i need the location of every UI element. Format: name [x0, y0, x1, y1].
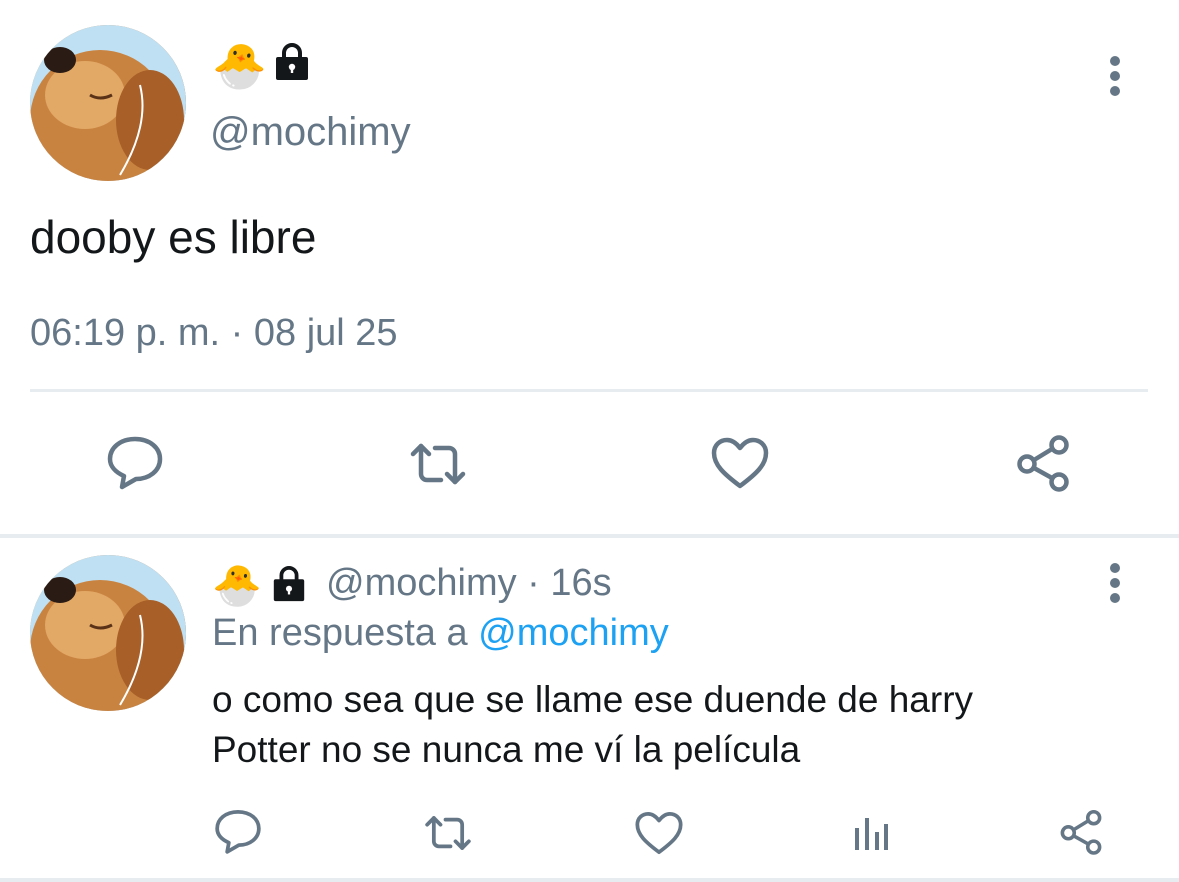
retweet-icon[interactable]	[402, 432, 474, 496]
reply-icon[interactable]	[210, 805, 266, 857]
analytics-icon[interactable]	[846, 806, 896, 858]
avatar[interactable]	[30, 555, 186, 711]
section-divider	[0, 534, 1179, 538]
divider	[30, 389, 1148, 392]
separator: ·	[516, 562, 551, 604]
reply-to-handle-link[interactable]: @mochimy	[478, 612, 669, 654]
tweet-text: dooby es libre	[30, 211, 317, 263]
time-ago[interactable]: 16s	[550, 562, 611, 604]
tweet-timestamp[interactable]: 06:19 p. m. · 08 jul 25	[30, 312, 398, 355]
user-handle[interactable]: @mochimy	[326, 562, 517, 604]
reply-to-line: En respuesta a @mochimy	[212, 612, 669, 655]
lock-icon	[270, 565, 308, 603]
reply-text-line: o como sea que se llame ese duende de ha…	[212, 679, 974, 720]
bottom-divider	[0, 878, 1179, 882]
hatching-chick-icon: 🐣	[212, 563, 262, 609]
like-icon[interactable]	[708, 432, 772, 494]
like-icon[interactable]	[632, 808, 686, 858]
more-vertical-icon[interactable]	[1095, 55, 1135, 115]
share-icon[interactable]	[1010, 432, 1076, 494]
reply-header: @mochimy · 16s	[326, 562, 612, 605]
reply-prefix: En respuesta a	[212, 612, 479, 654]
hatching-chick-icon: 🐣	[212, 41, 267, 92]
avatar[interactable]	[30, 25, 186, 181]
more-vertical-icon[interactable]	[1095, 562, 1135, 622]
retweet-icon[interactable]	[418, 808, 478, 858]
share-icon[interactable]	[1054, 806, 1108, 858]
user-handle[interactable]: @mochimy	[210, 110, 411, 155]
reply-text: o como sea que se llame ese duende de ha…	[212, 675, 1112, 775]
reply-text-line: Potter no se nunca me ví la película	[212, 729, 801, 770]
lock-icon	[272, 42, 312, 82]
reply-icon[interactable]	[100, 430, 170, 494]
